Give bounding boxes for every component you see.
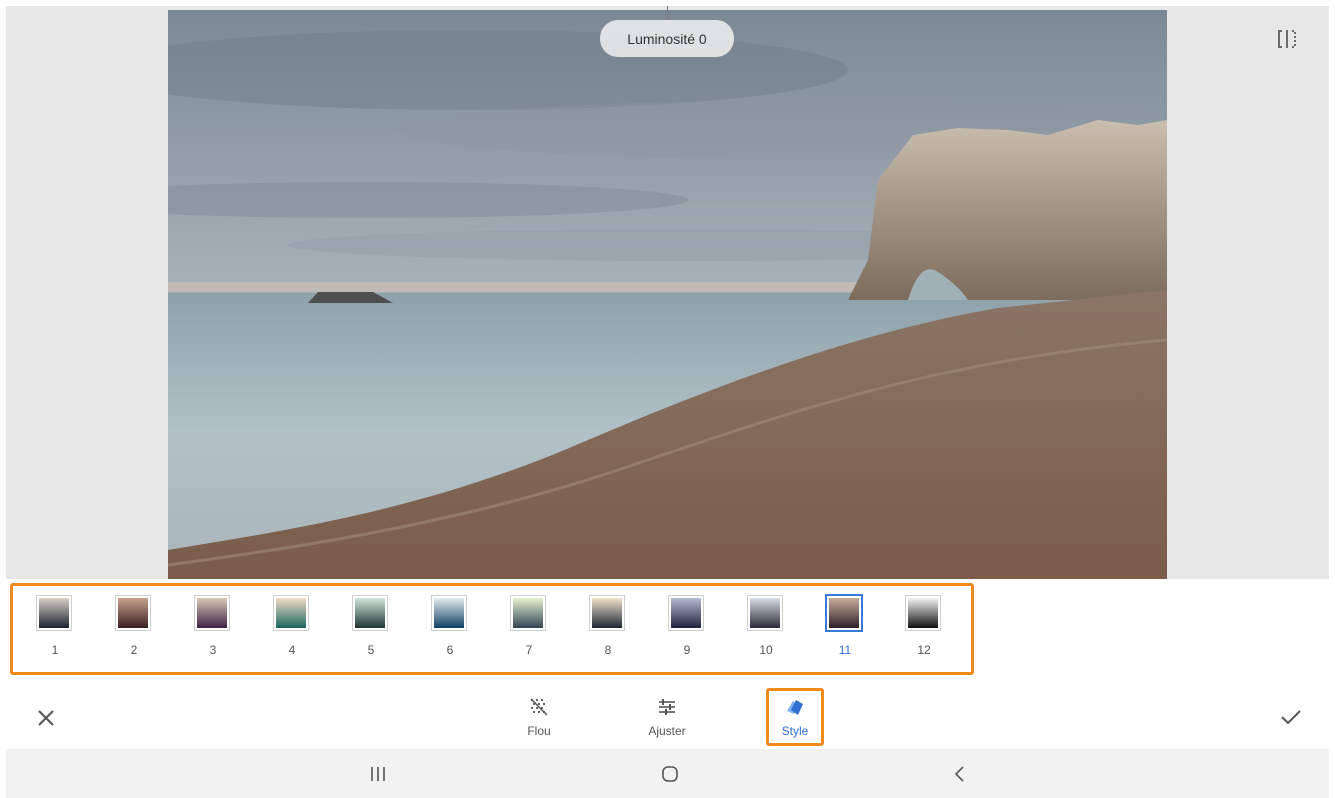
style-preset-label: 8 — [604, 643, 612, 657]
style-preset-7[interactable]: 7 — [489, 596, 569, 666]
style-preset-swatch — [669, 596, 703, 630]
style-preset-label: 1 — [51, 643, 59, 657]
style-preset-label: 3 — [209, 643, 217, 657]
style-preset-10[interactable]: 10 — [726, 596, 806, 666]
style-preset-label: 5 — [367, 643, 375, 657]
recent-apps-icon[interactable] — [368, 764, 388, 784]
style-preset-2[interactable]: 2 — [94, 596, 174, 666]
style-preset-swatch — [827, 596, 861, 630]
style-preset-swatch — [195, 596, 229, 630]
tool-flou-label: Flou — [527, 724, 551, 738]
tool-ajuster[interactable]: Ajuster — [637, 687, 697, 743]
style-preset-swatch — [906, 596, 940, 630]
compare-split-icon[interactable] — [1276, 28, 1302, 50]
sliders-icon — [657, 697, 677, 717]
brightness-indicator-label: Luminosité 0 — [627, 30, 707, 47]
style-preset-11[interactable]: 11 — [805, 596, 885, 666]
style-presets-strip: 1 2 3 4 5 6 7 8 9 10 11 12 — [10, 583, 974, 675]
style-preset-8[interactable]: 8 — [568, 596, 648, 666]
style-preset-12[interactable]: 12 — [884, 596, 964, 666]
blur-icon — [529, 697, 549, 717]
style-preset-5[interactable]: 5 — [331, 596, 411, 666]
style-preset-9[interactable]: 9 — [647, 596, 727, 666]
style-preset-label: 2 — [130, 643, 138, 657]
style-preset-swatch — [590, 596, 624, 630]
style-preset-label: 7 — [525, 643, 533, 657]
style-preset-swatch — [116, 596, 150, 630]
style-preset-label: 10 — [759, 643, 773, 657]
style-preset-4[interactable]: 4 — [252, 596, 332, 666]
style-preset-6[interactable]: 6 — [410, 596, 490, 666]
style-preset-swatch — [748, 596, 782, 630]
style-preset-label: 12 — [917, 643, 931, 657]
landscape-photo — [168, 10, 1167, 579]
home-icon[interactable] — [660, 764, 680, 784]
style-preset-3[interactable]: 3 — [173, 596, 253, 666]
style-preset-swatch — [274, 596, 308, 630]
style-tool-highlight — [766, 688, 824, 746]
style-preset-label: 4 — [288, 643, 296, 657]
style-preset-label: 11 — [838, 643, 852, 657]
style-preset-label: 9 — [683, 643, 691, 657]
back-icon[interactable] — [950, 764, 970, 784]
style-preset-label: 6 — [446, 643, 454, 657]
tool-flou[interactable]: Flou — [509, 687, 569, 743]
style-preset-1[interactable]: 1 — [15, 596, 95, 666]
style-preset-swatch — [353, 596, 387, 630]
brightness-indicator: Luminosité 0 — [600, 20, 734, 57]
style-preset-swatch — [432, 596, 466, 630]
close-icon[interactable] — [36, 708, 56, 728]
photo-preview[interactable] — [168, 10, 1167, 579]
bottom-toolbar: Flou Ajuster Style — [0, 682, 1335, 748]
tool-ajuster-label: Ajuster — [648, 724, 686, 738]
check-icon[interactable] — [1280, 708, 1302, 726]
style-preset-swatch — [37, 596, 71, 630]
system-navigation-bar — [6, 749, 1329, 798]
style-preset-swatch — [511, 596, 545, 630]
